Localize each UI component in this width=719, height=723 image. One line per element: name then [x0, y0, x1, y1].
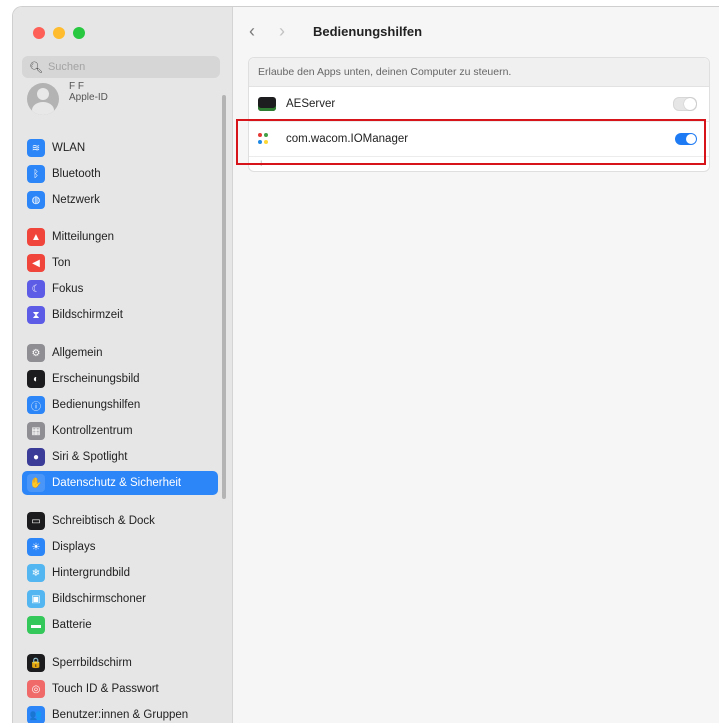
hourglass-icon: ⧗ [27, 306, 45, 324]
siri-icon: ● [27, 448, 45, 466]
search-icon: 🔍︎ [29, 61, 43, 74]
hand-icon: ✋ [27, 474, 45, 492]
sidebar-item-label: Fokus [52, 283, 84, 295]
minimize-button[interactable] [53, 27, 65, 39]
zoom-button[interactable] [73, 27, 85, 39]
sidebar-item-label: Batterie [52, 619, 92, 631]
fingerprint-icon: ◎ [27, 680, 45, 698]
sidebar-item-bluetooth[interactable]: ᛒ Bluetooth [22, 162, 218, 186]
sidebar-item-allgemein[interactable]: ⚙ Allgemein [22, 341, 218, 365]
sidebar-item-label: Hintergrundbild [52, 567, 130, 579]
sidebar-item-fokus[interactable]: ☾ Fokus [22, 277, 218, 301]
search-field[interactable]: 🔍︎ Suchen [22, 56, 220, 78]
page-title: Bedienungshilfen [313, 24, 423, 39]
appearance-icon: ◐ [27, 370, 45, 388]
moon-icon: ☾ [27, 280, 45, 298]
panel-description: Erlaube den Apps unten, deinen Computer … [249, 58, 709, 87]
avatar [27, 83, 59, 115]
window-controls [33, 27, 85, 39]
profile-subtitle: Apple-ID [69, 92, 108, 103]
sidebar-item-datenschutz-sicherheit[interactable]: ✋ Datenschutz & Sicherheit [22, 471, 218, 495]
bluetooth-icon: ᛒ [27, 165, 45, 183]
sidebar-item-bildschirmschoner[interactable]: ▣ Bildschirmschoner [22, 587, 218, 611]
sidebar-item-benutzer-innen-gruppen[interactable]: 👥 Benutzer:innen & Gruppen [22, 703, 218, 723]
control-center-icon: ▦ [27, 422, 45, 440]
sidebar-item-label: Bildschirmzeit [52, 309, 123, 321]
sidebar-item-label: Datenschutz & Sicherheit [52, 477, 182, 489]
profile-initials: F F [69, 81, 84, 92]
sidebar-item-mitteilungen[interactable]: ▲ Mitteilungen [22, 225, 218, 249]
apple-id-profile[interactable]: F F Apple-ID [27, 81, 108, 115]
sidebar-item-hintergrundbild[interactable]: ❄ Hintergrundbild [22, 561, 218, 585]
screensaver-icon: ▣ [27, 590, 45, 608]
accessibility-icon: ⓘ [27, 396, 45, 414]
sidebar-item-sperrbildschirm[interactable]: 🔒 Sperrbildschirm [22, 651, 218, 675]
sidebar-item-ton[interactable]: ◀ Ton [22, 251, 218, 275]
sidebar-item-label: Erscheinungsbild [52, 373, 140, 385]
aeserver-toggle[interactable] [673, 97, 697, 111]
sidebar-item-touch-id-passwort[interactable]: ◎ Touch ID & Passwort [22, 677, 218, 701]
sidebar-scrollbar[interactable] [222, 95, 226, 499]
sidebar-item-label: Ton [52, 257, 71, 269]
app-row-aeserver[interactable]: AEServer [249, 87, 709, 122]
toolbar: ‹ › Bedienungshilfen [249, 21, 422, 42]
highlight-box [236, 119, 706, 165]
battery-icon: ▬ [27, 616, 45, 634]
sidebar-item-label: WLAN [52, 142, 86, 154]
sidebar-item-label: Schreibtisch & Dock [52, 515, 155, 527]
sidebar-item-label: Bluetooth [52, 168, 101, 180]
sidebar-item-label: Benutzer:innen & Gruppen [52, 709, 189, 721]
dock-icon: ▭ [27, 512, 45, 530]
settings-window: 🔍︎ Suchen F F Apple-ID ≋ WLAN ᛒ Bluetooth ◍ N… [12, 6, 719, 723]
sidebar-item-bedienungshilfen[interactable]: ⓘ Bedienungshilfen [22, 393, 218, 417]
snowflake-icon: ❄ [27, 564, 45, 582]
search-placeholder: Suchen [47, 61, 86, 73]
globe-icon: ◍ [27, 191, 45, 209]
sidebar-item-label: Mitteilungen [52, 231, 115, 243]
bell-icon: ▲ [27, 228, 45, 246]
sidebar-item-label: Touch ID & Passwort [52, 683, 159, 695]
sidebar-item-siri-spotlight[interactable]: ● Siri & Spotlight [22, 445, 218, 469]
sun-icon: ☀ [27, 538, 45, 556]
sidebar-item-wlan[interactable]: ≋ WLAN [22, 136, 218, 160]
sidebar-item-label: Netzwerk [52, 194, 100, 206]
aeserver-app-icon [258, 97, 276, 111]
sidebar-item-label: Kontrollzentrum [52, 425, 133, 437]
sidebar-item-bildschirmzeit[interactable]: ⧗ Bildschirmzeit [22, 303, 218, 327]
sidebar-item-displays[interactable]: ☀ Displays [22, 535, 218, 559]
back-button[interactable]: ‹ [249, 21, 279, 42]
sidebar-item-label: Bedienungshilfen [52, 399, 141, 411]
sidebar-item-label: Allgemein [52, 347, 103, 359]
users-icon: 👥 [27, 706, 45, 723]
sidebar-item-kontrollzentrum[interactable]: ▦ Kontrollzentrum [22, 419, 218, 443]
sidebar-item-label: Siri & Spotlight [52, 451, 128, 463]
speaker-icon: ◀ [27, 254, 45, 272]
close-button[interactable] [33, 27, 45, 39]
sidebar-item-label: Displays [52, 541, 96, 553]
sidebar-item-erscheinungsbild[interactable]: ◐ Erscheinungsbild [22, 367, 218, 391]
app-name: AEServer [286, 98, 336, 110]
sidebar-item-batterie[interactable]: ▬ Batterie [22, 613, 218, 637]
sidebar-item-netzwerk[interactable]: ◍ Netzwerk [22, 188, 218, 212]
main-content: ‹ › Bedienungshilfen Erlaube den Apps un… [233, 7, 719, 723]
sidebar-item-label: Bildschirmschoner [52, 593, 146, 605]
forward-button[interactable]: › [279, 21, 309, 42]
lock-icon: 🔒 [27, 654, 45, 672]
sidebar: 🔍︎ Suchen F F Apple-ID ≋ WLAN ᛒ Bluetooth ◍ N… [13, 7, 233, 723]
sidebar-item-schreibtisch-dock[interactable]: ▭ Schreibtisch & Dock [22, 509, 218, 533]
gear-icon: ⚙ [27, 344, 45, 362]
wifi-icon: ≋ [27, 139, 45, 157]
sidebar-item-label: Sperrbildschirm [52, 657, 132, 669]
